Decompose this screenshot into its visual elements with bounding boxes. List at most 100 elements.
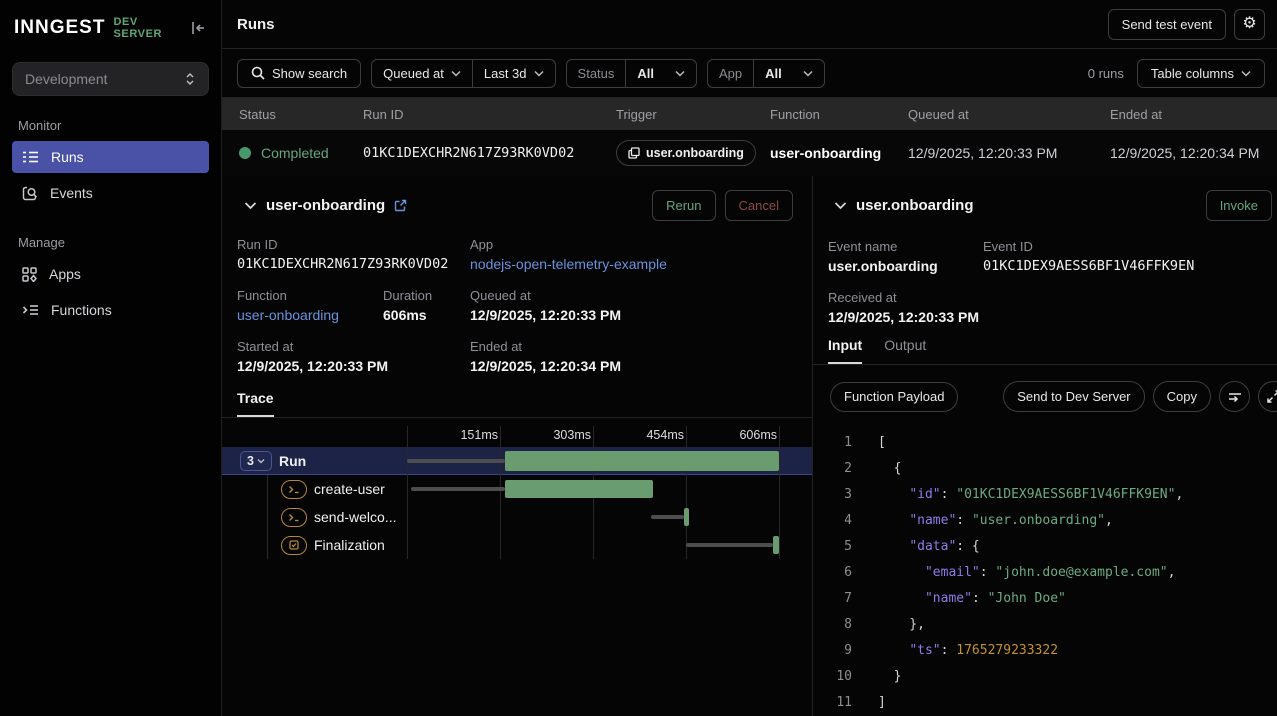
line-number: 8 — [830, 612, 852, 638]
collapse-event-panel-button[interactable] — [834, 201, 847, 210]
sidebar-item-apps[interactable]: Apps — [12, 258, 209, 290]
execution-duration-bar — [505, 451, 779, 471]
trace-row-step[interactable]: send-welco... — [222, 503, 812, 531]
indent-guide — [267, 475, 268, 503]
time-range-dropdown[interactable]: Last 3d — [472, 60, 555, 87]
sidebar-item-runs[interactable]: Runs — [12, 141, 209, 173]
trace-row-finalization[interactable]: Finalization — [222, 531, 812, 559]
indent-guide — [267, 503, 268, 531]
function-link[interactable]: user-onboarding — [237, 307, 339, 323]
trace-row-label-cell: send-welco... — [222, 503, 407, 531]
send-test-event-button[interactable]: Send test event — [1108, 9, 1226, 40]
queued-duration-line — [686, 543, 773, 547]
event-id-label: Event ID — [983, 239, 1260, 254]
select-chevrons-icon — [184, 72, 196, 86]
status-filter-dropdown[interactable]: All — [625, 60, 696, 87]
run-id-cell: 01KC1DEXCHR2N617Z93RK0VD02 — [363, 145, 616, 161]
status-text: Completed — [261, 145, 329, 161]
chevron-down-icon — [257, 458, 265, 464]
duration-label: Duration — [383, 288, 470, 303]
execution-duration-bar — [684, 508, 689, 526]
column-header-queued-at: Queued at — [908, 107, 1110, 122]
trace-row-step[interactable]: create-user — [222, 475, 812, 503]
table-row[interactable]: Completed 01KC1DEXCHR2N617Z93RK0VD02 use… — [222, 130, 1277, 176]
trace-waterfall: 151ms 303ms 454ms 606ms 3 — [222, 426, 812, 559]
line-number: 1 — [830, 430, 852, 456]
code-text: }, — [878, 612, 925, 638]
code-line: 9 "ts": 1765279233322 — [830, 638, 1277, 664]
step-run-icon — [281, 508, 307, 527]
sidebar-item-events[interactable]: Events — [12, 177, 209, 209]
rerun-button[interactable]: Rerun — [652, 190, 715, 221]
ended-at-value: 12/9/2025, 12:20:34 PM — [470, 358, 797, 374]
app-link[interactable]: nodejs-open-telemetry-example — [470, 256, 667, 272]
sidebar-item-label: Runs — [51, 149, 84, 165]
collapse-sidebar-button[interactable] — [189, 20, 207, 36]
tab-input[interactable]: Input — [828, 337, 862, 364]
code-text: [ — [878, 430, 886, 456]
sidebar-section-monitor: Monitor — [18, 118, 203, 133]
app-filter-dropdown[interactable]: All — [753, 60, 824, 87]
queued-at-cell: 12/9/2025, 12:20:33 PM — [908, 145, 1110, 161]
ended-at-cell: 12/9/2025, 12:20:34 PM — [1110, 145, 1277, 161]
tab-output[interactable]: Output — [884, 337, 926, 364]
send-to-dev-server-button[interactable]: Send to Dev Server — [1003, 381, 1144, 412]
column-header-status: Status — [239, 107, 363, 122]
code-text: ] — [878, 690, 886, 716]
trace-track — [407, 531, 779, 559]
page-title: Runs — [237, 16, 275, 33]
line-number: 5 — [830, 534, 852, 560]
event-panel-tabs: Input Output — [813, 331, 1277, 365]
show-search-button[interactable]: Show search — [237, 59, 361, 88]
queued-at-value: 12/9/2025, 12:20:33 PM — [470, 307, 797, 323]
collapse-sidebar-icon — [189, 20, 207, 36]
main-content: Runs Send test event ⚙ Show search Qu — [222, 0, 1277, 716]
time-field-value: Queued at — [383, 66, 444, 81]
function-payload-chip[interactable]: Function Payload — [830, 382, 958, 412]
run-panel-title: user-onboarding — [266, 197, 385, 214]
settings-button[interactable]: ⚙ — [1234, 9, 1265, 40]
copy-button[interactable]: Copy — [1153, 381, 1211, 412]
sidebar-section-manage: Manage — [18, 235, 203, 250]
chevron-down-icon — [451, 70, 461, 77]
trace-row-run[interactable]: 3 Run — [222, 447, 812, 475]
trace-row-label-cell: 3 Run — [222, 447, 407, 474]
sidebar: INNGEST DEV SERVER Development Monitor — [0, 0, 222, 716]
function-label: Function — [237, 288, 383, 303]
runs-icon — [22, 150, 39, 164]
external-link-icon — [394, 199, 407, 212]
time-field-dropdown[interactable]: Queued at — [372, 60, 472, 87]
chevron-down-icon — [834, 201, 847, 210]
queued-duration-line — [411, 487, 505, 491]
open-run-external-button[interactable] — [394, 199, 407, 212]
trigger-event-badge[interactable]: user.onboarding — [616, 140, 756, 166]
collapse-run-panel-button[interactable] — [244, 201, 257, 210]
expand-fullscreen-button[interactable] — [1258, 381, 1277, 412]
chevron-down-icon — [244, 201, 257, 210]
table-columns-dropdown[interactable]: Table columns — [1137, 59, 1265, 88]
logo-row: INNGEST DEV SERVER — [12, 0, 209, 56]
invoke-button[interactable]: Invoke — [1206, 190, 1272, 221]
app-field: App nodejs-open-telemetry-example — [470, 237, 797, 272]
child-count: 3 — [247, 454, 254, 468]
tab-trace[interactable]: Trace — [237, 390, 274, 417]
ended-at-label: Ended at — [470, 339, 797, 354]
column-header-ended-at: Ended at — [1110, 107, 1277, 122]
chevron-down-icon — [1241, 70, 1251, 77]
sidebar-item-label: Functions — [51, 302, 112, 318]
sidebar-item-functions[interactable]: Functions — [12, 294, 209, 326]
queued-duration-line — [651, 515, 684, 519]
apps-icon — [22, 267, 37, 282]
environment-select[interactable]: Development — [12, 62, 209, 96]
word-wrap-button[interactable] — [1219, 381, 1250, 412]
run-expander-button[interactable]: 3 — [240, 451, 272, 471]
cancel-button[interactable]: Cancel — [725, 190, 793, 221]
code-line: 1[ — [830, 430, 1277, 456]
function-field: Function user-onboarding — [237, 288, 383, 323]
queued-duration-line — [407, 459, 505, 463]
environment-select-value: Development — [25, 71, 108, 87]
app-filter-group: App All — [707, 59, 825, 88]
received-at-value: 12/9/2025, 12:20:33 PM — [828, 309, 1260, 325]
event-actions: Invoke — [1206, 190, 1258, 221]
payload-code-editor[interactable]: 1[2 {3 "id": "01KC1DEX9AESS6BF1V46FFK9EN… — [813, 424, 1277, 716]
